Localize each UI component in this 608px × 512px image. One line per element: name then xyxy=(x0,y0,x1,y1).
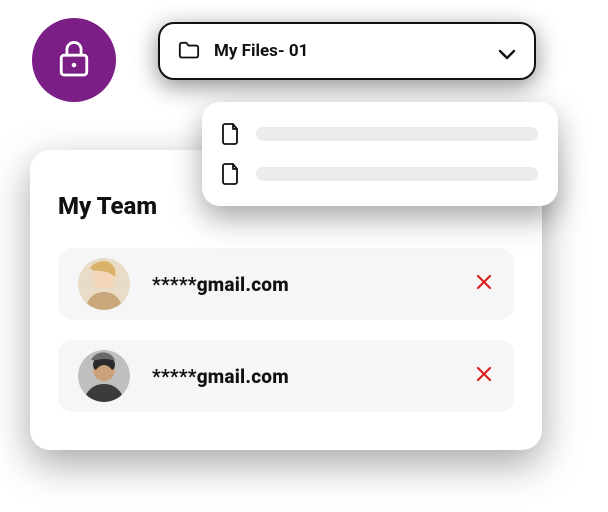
folder-icon xyxy=(178,41,200,61)
avatar xyxy=(78,350,130,402)
lock-badge xyxy=(32,18,116,102)
remove-member-button[interactable] xyxy=(474,366,494,386)
lock-icon xyxy=(57,38,91,82)
close-icon xyxy=(476,274,492,294)
avatar xyxy=(78,258,130,310)
dropdown-item[interactable] xyxy=(222,163,538,185)
folder-select-label: My Files- 01 xyxy=(214,41,308,61)
folder-select[interactable]: My Files- 01 xyxy=(158,22,536,80)
close-icon xyxy=(476,366,492,386)
file-icon xyxy=(222,163,240,185)
team-member-row: *****gmail.com xyxy=(58,340,514,412)
dropdown-item-placeholder xyxy=(256,167,538,181)
folder-dropdown xyxy=(202,102,558,206)
member-email: *****gmail.com xyxy=(152,273,289,296)
file-icon xyxy=(222,123,240,145)
dropdown-item[interactable] xyxy=(222,123,538,145)
member-email: *****gmail.com xyxy=(152,365,289,388)
team-member-row: *****gmail.com xyxy=(58,248,514,320)
remove-member-button[interactable] xyxy=(474,274,494,294)
team-members: *****gmail.com xyxy=(58,248,514,412)
chevron-down-icon xyxy=(498,45,516,57)
dropdown-item-placeholder xyxy=(256,127,538,141)
